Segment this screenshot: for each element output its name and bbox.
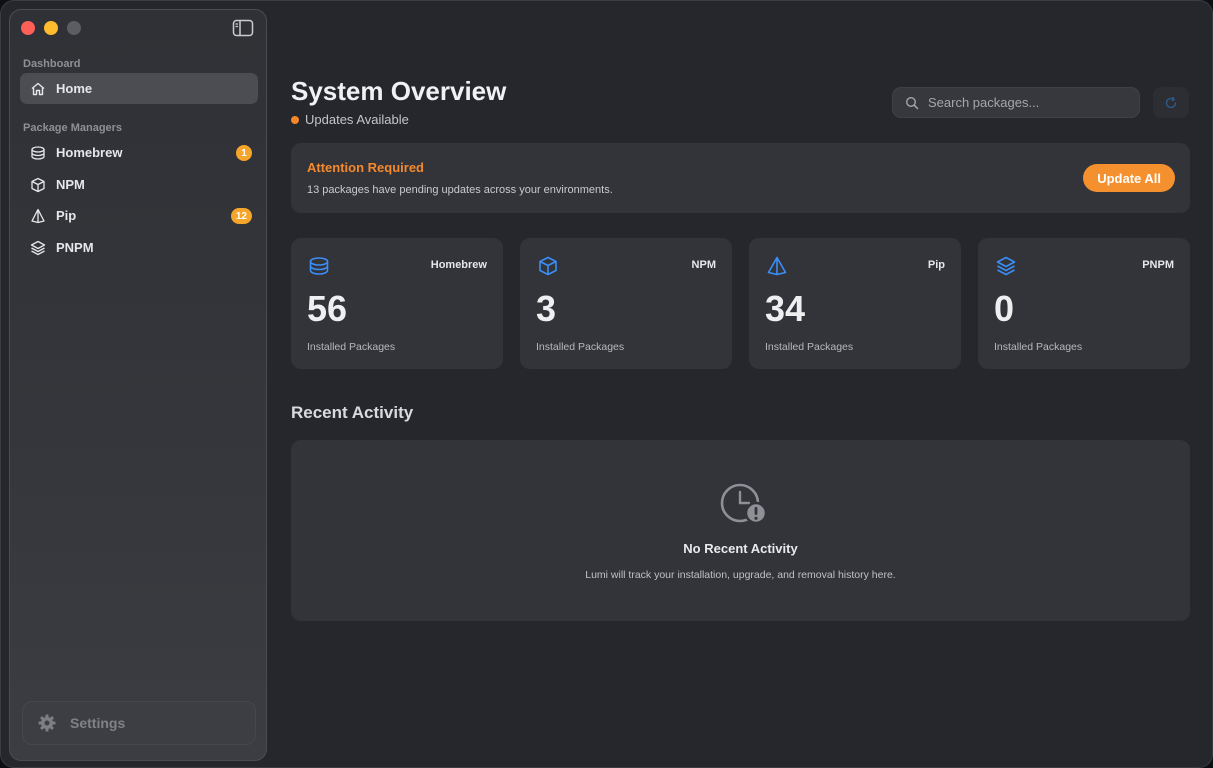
database-icon [309, 257, 329, 275]
layers-icon [996, 256, 1016, 276]
sidebar-item-homebrew[interactable]: Homebrew 1 [20, 137, 258, 168]
card-title: Homebrew [430, 259, 487, 271]
search-field[interactable] [892, 87, 1140, 118]
empty-state-message: Lumi will track your installation, upgra… [585, 569, 896, 581]
search-input[interactable] [928, 95, 1128, 110]
card-label: Installed Packages [536, 341, 625, 353]
package-count: 0 [994, 288, 1015, 329]
package-count: 56 [307, 288, 348, 329]
settings-label: Settings [70, 715, 126, 731]
sidebar-item-label: Homebrew [56, 145, 123, 160]
update-count-badge: 12 [230, 208, 252, 224]
attention-banner: Attention Required 13 packages have pend… [291, 143, 1190, 213]
stat-card-pnpm[interactable]: PNPM 0 Installed Packages [978, 238, 1190, 369]
card-label: Installed Packages [765, 341, 854, 353]
card-label: Installed Packages [994, 341, 1083, 353]
section-label-dashboard: Dashboard [23, 58, 81, 70]
stat-card-npm[interactable]: NPM 3 Installed Packages [520, 238, 732, 369]
sidebar-item-pip[interactable]: Pip 12 [20, 200, 258, 231]
attention-message: 13 packages have pending updates across … [307, 184, 613, 196]
clock-warning-icon [720, 483, 768, 525]
recent-activity-panel: No Recent Activity Lumi will track your … [291, 440, 1190, 621]
pyramid-icon [30, 208, 46, 224]
status-text: Updates Available [305, 112, 409, 127]
sidebar-item-label: Home [56, 81, 93, 96]
stat-card-pip[interactable]: Pip 34 Installed Packages [749, 238, 961, 369]
gear-icon [38, 714, 56, 732]
settings-button[interactable]: Settings [22, 701, 256, 745]
status-indicator: Updates Available [291, 112, 409, 127]
refresh-button[interactable] [1153, 87, 1189, 118]
card-title: PNPM [1142, 259, 1174, 271]
close-window-button[interactable] [21, 21, 35, 35]
sidebar-item-label: Pip [56, 208, 77, 223]
window-controls [21, 21, 81, 35]
zoom-window-button[interactable] [67, 21, 81, 35]
section-label-package-managers: Package Managers [23, 122, 123, 134]
minimize-window-button[interactable] [44, 21, 58, 35]
attention-title: Attention Required [307, 160, 424, 175]
package-count: 34 [765, 288, 806, 329]
sidebar-item-label: NPM [56, 177, 85, 192]
cube-icon [30, 177, 46, 193]
home-icon [30, 81, 46, 97]
stat-card-homebrew[interactable]: Homebrew 56 Installed Packages [291, 238, 503, 369]
card-label: Installed Packages [307, 341, 396, 353]
pyramid-icon [767, 256, 787, 276]
main-content: System Overview Updates Available Attent… [291, 1, 1191, 767]
empty-state-title: No Recent Activity [683, 541, 798, 556]
sidebar-item-pnpm[interactable]: PNPM [20, 232, 258, 263]
card-title: NPM [691, 259, 716, 271]
status-dot [291, 115, 299, 124]
sidebar-item-npm[interactable]: NPM [20, 169, 258, 200]
layers-icon [30, 240, 46, 256]
sidebar-toggle-icon[interactable] [232, 19, 254, 37]
update-count-badge: 1 [236, 145, 252, 161]
sidebar-item-label: PNPM [56, 240, 94, 255]
sidebar: Dashboard Home Package Managers Homebrew… [9, 9, 267, 761]
update-all-button[interactable]: Update All [1083, 164, 1175, 192]
search-icon [905, 96, 919, 109]
recent-activity-heading: Recent Activity [291, 403, 414, 422]
card-title: Pip [927, 259, 945, 271]
package-count: 3 [536, 288, 557, 329]
sidebar-item-home[interactable]: Home [20, 73, 258, 104]
page-title: System Overview [291, 76, 507, 106]
app-window: Dashboard Home Package Managers Homebrew… [0, 0, 1213, 768]
database-icon [30, 145, 46, 161]
refresh-icon [1165, 96, 1177, 108]
cube-icon [539, 256, 557, 276]
